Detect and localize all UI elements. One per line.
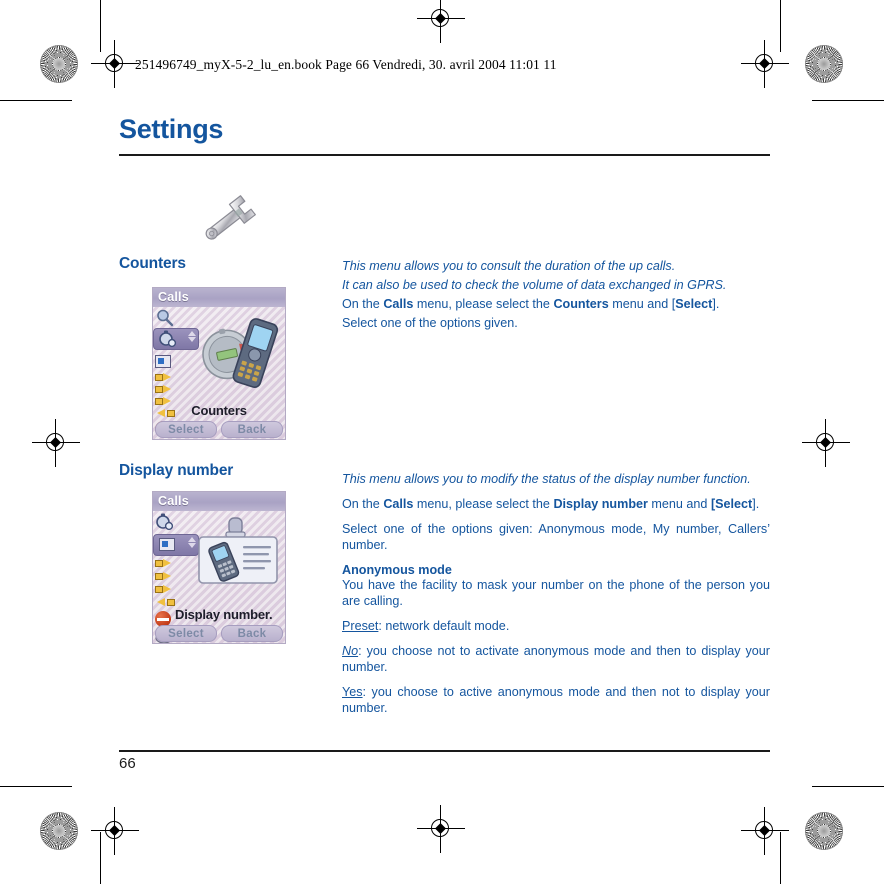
run-text: ]. <box>712 296 720 311</box>
run-text: On the <box>342 296 384 311</box>
arrow-right-icon-1 <box>155 559 185 571</box>
paragraph-display-4: You have the facility to mask your numbe… <box>342 577 770 608</box>
rail-selected-display[interactable] <box>153 534 199 558</box>
run-underline-yes: Yes <box>342 684 363 699</box>
registration-star-bottom-right <box>805 812 843 850</box>
phone-illustration-display-number <box>193 516 283 596</box>
crop-line-bottom-vertical-right <box>780 832 781 884</box>
paragraph-counters-1: This menu allows you to consult the dura… <box>342 259 676 273</box>
registration-target-bottom-center <box>417 805 465 853</box>
run-underline-no: No <box>342 643 359 658</box>
stopwatch-icon <box>155 513 185 533</box>
run-bold-counters: Counters <box>553 296 609 311</box>
phone-softkey-bar-counters: Select Back <box>153 420 285 439</box>
subheading-anonymous-mode: Anonymous mode <box>342 562 452 577</box>
display-icon <box>159 538 175 551</box>
run-text: On the <box>342 496 384 511</box>
arrow-right-icon-3 <box>155 585 185 597</box>
paragraph-counters-2: It can also be used to check the volume … <box>342 277 727 292</box>
paragraph-display-3: Select one of the options given: Anonymo… <box>342 521 770 552</box>
registration-target-left-middle <box>32 419 80 467</box>
registration-target-top-center <box>417 0 465 43</box>
run-text: menu and [ <box>608 296 676 311</box>
crop-line-right-horizontal-top <box>812 100 884 101</box>
crop-line-right-horizontal-bottom <box>812 786 884 787</box>
crop-line-top-vertical-right <box>780 0 781 52</box>
phone-caption-counters: Counters <box>191 403 247 418</box>
page-title: Settings <box>119 114 224 144</box>
run-bold-calls: Calls <box>383 496 414 511</box>
title-divider <box>119 154 770 156</box>
phone-illustration-counters <box>189 310 285 398</box>
magnifier-icon <box>155 309 185 327</box>
crop-line-left-horizontal-top <box>0 100 72 101</box>
paragraph-counters-4: Select one of the options given. <box>342 315 518 330</box>
file-header: 251496749_myX-5-2_lu_en.book Page 66 Ven… <box>135 57 557 72</box>
run-text: menu, please select the <box>413 296 554 311</box>
phone-caption-display-number: Display number. <box>175 607 273 622</box>
paragraph-display-2: On the Calls menu, please select the Dis… <box>342 497 770 513</box>
run-text: : network default mode. <box>378 618 510 633</box>
rail-selected-stopwatch[interactable] <box>153 328 199 353</box>
run-text: menu and <box>647 496 711 511</box>
arrow-right-icon-1 <box>155 373 185 384</box>
crop-line-left-horizontal-bottom <box>0 786 72 787</box>
phone-screenshot-display-number: Calls Display number. Select Back <box>152 491 286 644</box>
stopwatch-icon <box>158 330 178 353</box>
run-text: : you choose not to activate anonymous m… <box>342 643 770 674</box>
run-bold-calls: Calls <box>383 296 414 311</box>
text-column-display-number: This menu allows you to modify the statu… <box>342 472 770 726</box>
arrow-right-icon-2 <box>155 572 185 584</box>
run-bold-select: Select <box>675 296 713 311</box>
paragraph-display-yes: Yes: you choose to active anonymous mode… <box>342 685 770 717</box>
phone-screenshot-counters: Calls Counters Select Back <box>152 287 286 440</box>
run-bold-display-number: Display number <box>553 496 648 511</box>
softkey-back-display-number[interactable]: Back <box>221 625 283 642</box>
phone-titlebar-display-number: Calls <box>153 492 285 511</box>
registration-target-bottom-left <box>91 807 139 855</box>
section-heading-counters: Counters <box>119 255 186 272</box>
document-page: 251496749_myX-5-2_lu_en.book Page 66 Ven… <box>110 50 770 790</box>
paragraph-display-1: This menu allows you to modify the statu… <box>342 472 751 486</box>
run-bold-select: [Select <box>710 496 753 511</box>
registration-star-top-right <box>805 45 843 83</box>
arrow-right-icon-2 <box>155 385 185 396</box>
registration-star-bottom-left <box>40 812 78 850</box>
crop-line-bottom-vertical-left <box>100 832 101 884</box>
run-text: ]. <box>752 496 760 511</box>
registration-star-top-left <box>40 45 78 83</box>
footer-divider <box>119 750 770 752</box>
wrench-icon <box>195 190 263 250</box>
run-text: menu, please select the <box>413 496 554 511</box>
section-heading-display-number: Display number <box>119 462 234 479</box>
page-number: 66 <box>119 755 136 772</box>
run-text: : you choose to active anonymous mode an… <box>342 684 770 715</box>
crop-line-top-vertical-left <box>100 0 101 52</box>
paragraph-counters-3: On the Calls menu, please select the Cou… <box>342 297 770 313</box>
registration-target-right-middle <box>802 419 850 467</box>
text-column-counters: This menu allows you to consult the dura… <box>342 259 770 341</box>
registration-target-bottom-right <box>741 807 789 855</box>
softkey-select-counters[interactable]: Select <box>155 421 217 438</box>
run-underline-preset: Preset <box>342 618 379 633</box>
paragraph-display-no: No: you choose not to activate anonymous… <box>342 644 770 676</box>
phone-titlebar-counters: Calls <box>153 288 285 307</box>
display-icon <box>155 353 185 372</box>
paragraph-display-preset: Preset: network default mode. <box>342 619 770 635</box>
softkey-select-display-number[interactable]: Select <box>155 625 217 642</box>
phone-softkey-bar-display-number: Select Back <box>153 624 285 643</box>
softkey-back-counters[interactable]: Back <box>221 421 283 438</box>
